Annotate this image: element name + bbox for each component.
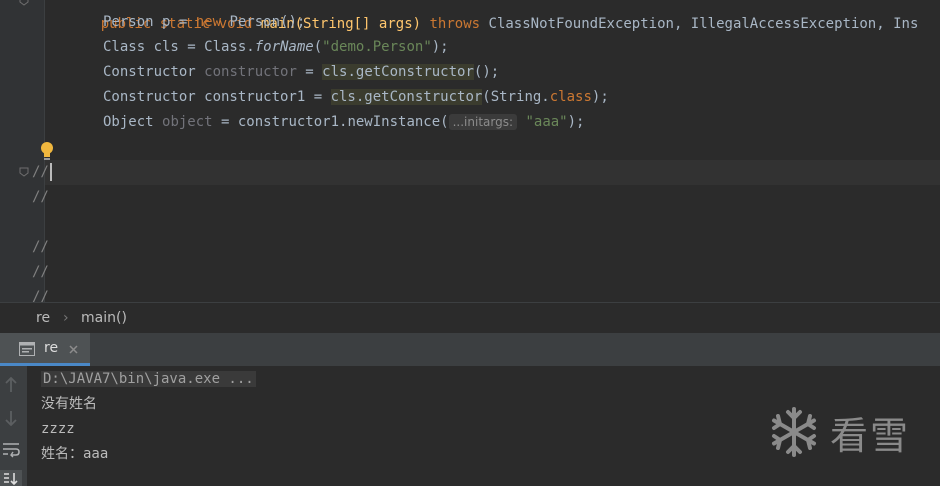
code-text: Class cls = Class. <box>103 39 255 55</box>
comment-line[interactable]: // <box>32 185 49 210</box>
soft-wrap-icon[interactable] <box>2 442 20 458</box>
unused-variable: object <box>162 114 213 130</box>
string-literal: "demo.Person" <box>322 39 432 55</box>
run-tool-window-header: re <box>0 333 940 367</box>
close-icon[interactable] <box>69 345 78 354</box>
console-line: D:\JAVA7\bin\java.exe ... <box>41 367 256 392</box>
console-line: zzzz <box>41 421 75 437</box>
comment-line[interactable]: // <box>32 160 52 185</box>
current-line-highlight <box>45 160 940 185</box>
code-text: Person(); <box>221 14 306 30</box>
exception-list: ClassNotFoundException, IllegalAccessExc… <box>488 16 919 32</box>
code-text: Constructor constructor1 = <box>103 89 331 105</box>
watermark-text: 看雪 <box>830 413 911 458</box>
fold-marker-icon[interactable] <box>19 0 29 6</box>
breadcrumb-method[interactable]: main() <box>81 303 127 333</box>
code-line-4[interactable]: Constructor constructor1 = cls.getConstr… <box>103 85 609 110</box>
code-text: = <box>296 64 323 80</box>
watermark: 看雪 <box>768 402 918 462</box>
code-text: (String. <box>482 89 550 105</box>
console-command-line[interactable]: D:\JAVA7\bin\java.exe ... <box>41 371 256 387</box>
code-text: ( <box>313 39 323 55</box>
code-text: ); <box>591 89 609 105</box>
console-line: 没有姓名 <box>41 396 97 412</box>
breadcrumb: re › main() <box>0 302 940 334</box>
comment-line[interactable]: // <box>32 285 49 302</box>
comment-text: // <box>32 264 49 280</box>
code-editor[interactable]: public static void main(String[] args) t… <box>0 0 940 302</box>
unused-variable: constructor <box>204 64 297 80</box>
code-text: Person p = <box>103 14 196 30</box>
run-tab-label: re <box>44 340 59 356</box>
comment-text: // <box>32 239 49 255</box>
keyword: throws <box>429 16 481 32</box>
fold-marker-icon[interactable] <box>19 167 29 177</box>
code-text: ); <box>431 39 449 55</box>
run-tab[interactable]: re <box>0 333 90 366</box>
code-text: Object <box>103 114 163 130</box>
code-line-5[interactable]: Object object = constructor1.newInstance… <box>103 110 584 135</box>
keyword: class <box>549 89 592 105</box>
console-icon <box>19 342 35 356</box>
comment-text: // <box>32 189 49 205</box>
comment-line[interactable]: // <box>32 235 49 260</box>
snowflake-icon <box>772 407 816 457</box>
console-line: 姓名：aaa <box>41 446 109 462</box>
scroll-to-end-icon <box>4 473 18 486</box>
code-text: (); <box>473 64 500 80</box>
comment-line[interactable]: // <box>32 260 49 285</box>
code-text: Constructor <box>103 64 205 80</box>
code-text: ); <box>567 114 585 130</box>
lightbulb-icon[interactable] <box>40 141 54 161</box>
static-method: forName <box>254 39 314 55</box>
breadcrumb-class[interactable]: re <box>36 303 50 333</box>
arrow-down-icon[interactable] <box>4 410 18 426</box>
highlighted-usage: cls.getConstructor <box>322 64 474 80</box>
code-text: = constructor1.newInstance( <box>212 114 449 130</box>
breadcrumb-separator: › <box>63 310 69 326</box>
keyword: new <box>195 14 222 30</box>
code-line-2[interactable]: Class cls = Class.forName("demo.Person")… <box>103 35 449 60</box>
run-toolbar <box>0 366 27 486</box>
comment-text: // <box>32 164 49 180</box>
code-line-1[interactable]: Person p = new Person(); <box>103 10 305 35</box>
scroll-to-end-button[interactable] <box>0 470 22 486</box>
code-line-3[interactable]: Constructor constructor = cls.getConstru… <box>103 60 499 85</box>
string-literal: "aaa" <box>525 114 568 130</box>
highlighted-usage: cls.getConstructor <box>330 89 483 105</box>
text-caret <box>49 163 52 181</box>
arrow-up-icon[interactable] <box>4 377 18 393</box>
parameter-hint: ...initargs: <box>448 114 518 130</box>
comment-text: // <box>32 289 49 302</box>
